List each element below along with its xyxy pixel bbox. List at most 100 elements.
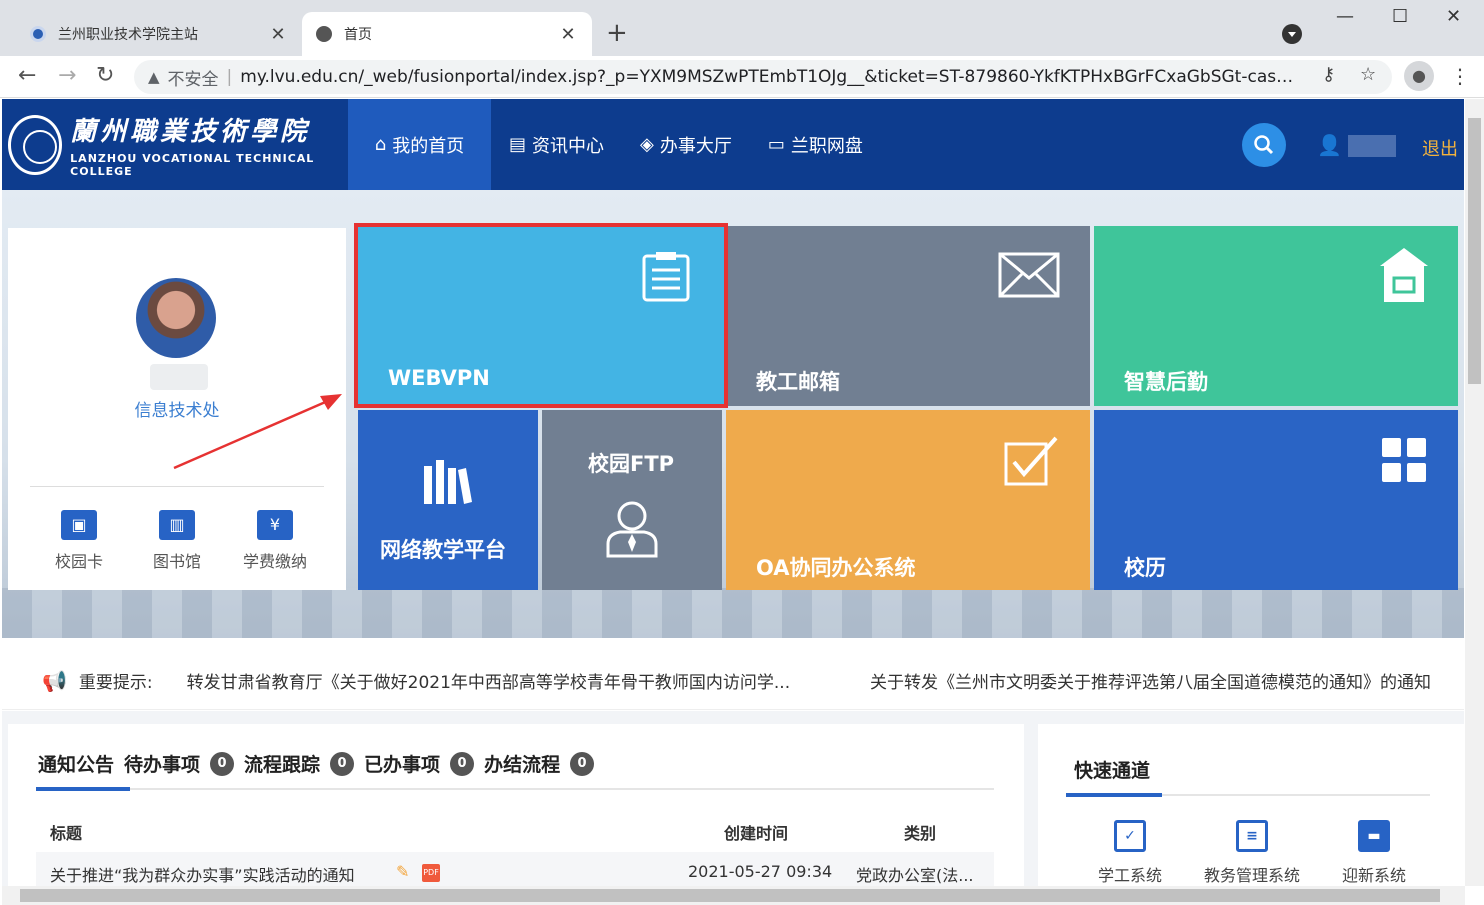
quick-channel-label: 迎新系统 — [1341, 866, 1406, 885]
browser-menu-icon[interactable]: ⋮ — [1450, 64, 1470, 88]
tabs-divider — [36, 788, 994, 790]
tile-label: 网络教学平台 — [380, 538, 506, 562]
logo-english-name: LANZHOU VOCATIONAL TECHNICAL COLLEGE — [70, 152, 315, 178]
tile-campus-ftp[interactable]: 校园FTP — [542, 410, 722, 590]
tile-staff-mail[interactable]: 教工邮箱 — [728, 226, 1090, 406]
browser-tab-main-site[interactable]: 兰州职业技术学院主站 ✕ — [16, 12, 302, 56]
tab-completed[interactable]: 办结流程 0 — [484, 750, 595, 777]
tile-oa-office[interactable]: OA协同办公系统 — [726, 410, 1090, 590]
forward-icon[interactable]: → — [58, 62, 76, 90]
nav-label: 兰职网盘 — [790, 135, 863, 157]
grid-icon — [1382, 438, 1426, 482]
building-icon — [1380, 248, 1428, 302]
active-tab-indicator — [36, 787, 130, 791]
vertical-scroll-thumb[interactable] — [1468, 118, 1481, 384]
horizontal-scroll-thumb[interactable] — [20, 889, 1440, 902]
quick-channel-academic[interactable]: ≡ 教务管理系统 — [1192, 820, 1312, 886]
quick-link-campus-card[interactable]: ▣ 校园卡 — [34, 510, 124, 572]
tile-smart-logistics[interactable]: 智慧后勤 — [1094, 226, 1458, 406]
tile-label: 教工邮箱 — [756, 370, 840, 394]
close-icon[interactable]: ✕ — [558, 24, 578, 45]
avatar[interactable] — [136, 278, 216, 358]
browser-tab-home[interactable]: 首页 ✕ — [302, 12, 592, 56]
quick-channel-enrollment[interactable]: ▬ 迎新系统 — [1314, 820, 1434, 886]
column-header-title: 标题 — [50, 824, 83, 843]
college-emblem-icon — [8, 114, 63, 175]
tab-search-icon[interactable] — [1282, 24, 1302, 44]
notice-link[interactable]: 关于转发《兰州市文明委关于推荐评选第八届全国道德模范的通知》的通知 — [870, 668, 1431, 693]
user-icon[interactable]: 👤 — [1317, 133, 1342, 157]
notice-bar: 📢 重要提示: 转发甘肃省教育厅《关于做好2021年中西部高等学校青年骨干教师国… — [2, 652, 1464, 710]
quick-link-tuition[interactable]: ¥ 学费缴纳 — [230, 510, 320, 572]
user-profile-icon — [606, 501, 658, 558]
warning-icon: ▲ — [148, 68, 160, 86]
news-icon: ▤ — [509, 134, 527, 155]
row-created: 2021-05-27 09:34 — [688, 862, 833, 881]
count-badge: 0 — [330, 751, 355, 776]
url-field[interactable]: ▲ 不安全 | my.lvu.edu.cn/_web/fusionportal/… — [134, 60, 1392, 94]
quick-channel-panel: 快速通道 ✓ 学工系统 ≡ 教务管理系统 ▬ 迎新系统 — [1038, 724, 1464, 886]
tasks-panel: 通知公告 待办事项 0 流程跟踪 0 已办事项 0 办结流程 0 标题 创建时间 类别 … — [8, 724, 1024, 892]
column-header-created: 创建时间 — [724, 824, 789, 843]
browser-tab-bar: 兰州职业技术学院主站 ✕ 首页 ✕ + — ☐ ✕ — [0, 0, 1484, 56]
logout-link[interactable]: 退出 — [1422, 135, 1458, 161]
maximize-icon[interactable]: ☐ — [1392, 6, 1408, 27]
tab-todo[interactable]: 待办事项 0 — [124, 750, 235, 777]
tab-title: 首页 — [344, 27, 372, 43]
username-redacted[interactable] — [1348, 135, 1396, 157]
insecure-label: 不安全 — [167, 69, 219, 90]
url-text: my.lvu.edu.cn/_web/fusionportal/index.js… — [240, 67, 1301, 87]
tab-process-tracking[interactable]: 流程跟踪 0 — [244, 750, 355, 777]
tile-label: 校园FTP — [588, 452, 675, 476]
new-tab-button[interactable]: + — [606, 18, 628, 48]
globe-icon — [316, 26, 332, 42]
tab-done[interactable]: 已办事项 0 — [364, 750, 475, 777]
nav-item-my-home[interactable]: ⌂ 我的首页 — [348, 99, 491, 190]
student-system-icon: ✓ — [1114, 820, 1146, 852]
tile-online-teaching[interactable]: 网络教学平台 — [358, 410, 538, 590]
active-tab-indicator — [1066, 793, 1162, 797]
row-title[interactable]: 关于推进“我为群众办实事”实践活动的通知 — [50, 862, 355, 886]
logo-chinese-name: 蘭州職業技術學院 — [70, 117, 311, 147]
tasks-tabs: 通知公告 待办事项 0 流程跟踪 0 已办事项 0 办结流程 0 — [38, 750, 604, 777]
disk-icon: ▭ — [767, 134, 785, 155]
reload-icon[interactable]: ↻ — [96, 62, 114, 90]
quick-link-label: 校园卡 — [54, 552, 103, 571]
nav-item-service-hall[interactable]: ◈ 办事大厅 — [622, 99, 750, 190]
tile-label: 智慧后勤 — [1124, 370, 1208, 394]
quick-link-label: 学费缴纳 — [242, 552, 307, 571]
notice-link[interactable]: 转发甘肃省教育厅《关于做好2021年中西部高等学校青年骨干教师国内访问学... — [187, 668, 790, 693]
academic-system-icon: ≡ — [1236, 820, 1268, 852]
count-badge: 0 — [570, 751, 595, 776]
star-icon[interactable]: ☆ — [1360, 64, 1376, 85]
close-icon[interactable]: ✕ — [268, 24, 288, 45]
key-icon[interactable]: ⚷ — [1322, 64, 1335, 85]
count-badge: 0 — [210, 751, 235, 776]
nav-item-cloud-disk[interactable]: ▭ 兰职网盘 — [750, 99, 881, 190]
checkbox-icon — [1004, 436, 1058, 486]
quick-channel-student-affairs[interactable]: ✓ 学工系统 — [1070, 820, 1190, 886]
back-icon[interactable]: ← — [18, 62, 36, 90]
highlight-box — [354, 223, 728, 408]
pdf-icon: PDF — [422, 864, 440, 882]
college-logo[interactable]: 蘭州職業技術學院 LANZHOU VOCATIONAL TECHNICAL CO… — [2, 99, 348, 190]
search-button[interactable] — [1242, 123, 1286, 167]
window-close-icon[interactable]: ✕ — [1446, 6, 1461, 27]
home-icon: ⌂ — [374, 134, 387, 155]
nav-label: 办事大厅 — [659, 135, 732, 157]
tile-school-calendar[interactable]: 校历 — [1094, 410, 1458, 590]
nav-label: 资讯中心 — [532, 135, 605, 157]
browser-profile-icon[interactable]: ● — [1404, 61, 1434, 91]
minimize-icon[interactable]: — — [1336, 6, 1354, 27]
tab-announcements[interactable]: 通知公告 — [38, 750, 114, 777]
mail-icon — [998, 252, 1060, 298]
site-header: 蘭州職業技術學院 LANZHOU VOCATIONAL TECHNICAL CO… — [2, 99, 1464, 190]
url-separator: | — [226, 67, 233, 87]
quick-link-library[interactable]: ▥ 图书馆 — [132, 510, 222, 572]
main-nav: ⌂ 我的首页 ▤ 资讯中心 ◈ 办事大厅 ▭ 兰职网盘 — [348, 99, 881, 190]
quick-channel-title: 快速通道 — [1074, 760, 1151, 782]
row-category: 党政办公室(法... — [856, 866, 974, 885]
column-header-category: 类别 — [904, 824, 937, 843]
payment-icon: ¥ — [257, 510, 293, 540]
nav-item-news[interactable]: ▤ 资讯中心 — [491, 99, 622, 190]
